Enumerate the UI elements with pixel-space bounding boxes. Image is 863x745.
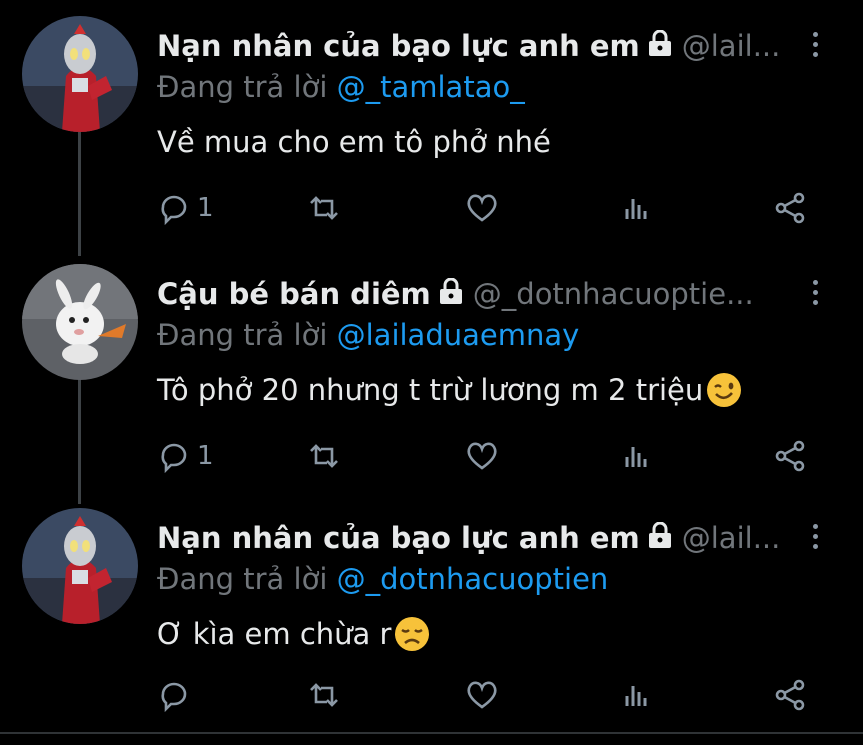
tweet[interactable]: Nạn nhân của bạo lực anh em @lail... Đan… xyxy=(0,508,863,728)
reply-prefix: Đang trả lời xyxy=(157,70,328,104)
like-button[interactable] xyxy=(465,191,499,225)
display-name[interactable]: Nạn nhân của bạo lực anh em xyxy=(157,520,640,556)
tweet[interactable]: Cậu bé bán diêm @_dotnhacuoptie... Đang … xyxy=(0,264,863,494)
analytics-icon xyxy=(625,447,647,467)
retweet-icon xyxy=(310,196,338,220)
more-vertical-icon[interactable] xyxy=(808,280,822,310)
avatar[interactable] xyxy=(22,508,138,624)
retweet-button[interactable] xyxy=(307,678,341,712)
retweet-icon xyxy=(310,683,338,707)
retweet-icon xyxy=(310,444,338,468)
tweet[interactable]: Nạn nhân của bạo lực anh em @lail... Đan… xyxy=(0,16,863,246)
more-vertical-icon[interactable] xyxy=(808,32,822,62)
analytics-icon xyxy=(625,686,647,706)
tweet-text: Tô phở 20 nhưng t trừ lương m 2 triệu xyxy=(157,370,743,410)
tweet-header: Cậu bé bán diêm @_dotnhacuoptie... xyxy=(157,276,754,312)
reply-to-link[interactable]: @lailaduaemnay xyxy=(337,318,580,352)
lock-icon xyxy=(648,520,672,556)
heart-icon xyxy=(467,442,497,470)
action-bar: 1 xyxy=(157,191,817,231)
retweet-button[interactable] xyxy=(307,439,341,473)
user-handle[interactable]: @_dotnhacuoptie... xyxy=(473,276,754,312)
retweet-button[interactable] xyxy=(307,191,341,225)
tweet-text-content: Tô phở 20 nhưng t trừ lương m 2 triệu xyxy=(157,373,704,407)
reply-button[interactable] xyxy=(157,678,197,712)
reply-prefix: Đang trả lời xyxy=(157,562,328,596)
winking-face-icon xyxy=(707,373,742,407)
replying-to: Đang trả lời @lailaduaemnay xyxy=(157,317,579,353)
reply-button[interactable]: 1 xyxy=(157,191,214,225)
analytics-button[interactable] xyxy=(619,439,653,473)
replying-to: Đang trả lời @_tamlatao_ xyxy=(157,69,525,105)
tweet-text-content: Ơ kìa em chừa r xyxy=(157,617,392,651)
heart-icon xyxy=(467,194,497,222)
action-bar: 1 xyxy=(157,439,817,479)
tweet-text-content: Về mua cho em tô phở nhé xyxy=(157,125,551,159)
tweet-header: Nạn nhân của bạo lực anh em @lail... xyxy=(157,520,780,556)
analytics-button[interactable] xyxy=(619,678,653,712)
reply-button[interactable]: 1 xyxy=(157,439,214,473)
reply-icon xyxy=(161,682,187,712)
tweet-text: Về mua cho em tô phở nhé xyxy=(157,122,551,162)
lock-icon xyxy=(648,28,672,64)
reply-count: 1 xyxy=(197,441,214,471)
more-vertical-icon[interactable] xyxy=(808,524,822,554)
lock-icon xyxy=(439,276,463,312)
share-button[interactable] xyxy=(773,439,807,473)
reply-to-link[interactable]: @_dotnhacuoptien xyxy=(337,562,609,596)
share-button[interactable] xyxy=(773,678,807,712)
divider xyxy=(0,732,863,734)
action-bar xyxy=(157,678,817,718)
disappointed-face-icon xyxy=(395,617,430,651)
share-icon xyxy=(775,679,805,711)
reply-count: 1 xyxy=(197,193,214,223)
tweet-text: Ơ kìa em chừa r xyxy=(157,614,431,654)
tweet-header: Nạn nhân của bạo lực anh em @lail... xyxy=(157,28,780,64)
reply-prefix: Đang trả lời xyxy=(157,318,328,352)
share-icon xyxy=(775,192,805,224)
like-button[interactable] xyxy=(465,678,499,712)
heart-icon xyxy=(467,681,497,709)
replying-to: Đang trả lời @_dotnhacuoptien xyxy=(157,561,608,597)
analytics-button[interactable] xyxy=(619,191,653,225)
like-button[interactable] xyxy=(465,439,499,473)
reply-to-link[interactable]: @_tamlatao_ xyxy=(337,70,525,104)
user-handle[interactable]: @lail... xyxy=(682,28,781,64)
analytics-icon xyxy=(625,199,647,219)
avatar[interactable] xyxy=(22,264,138,380)
share-button[interactable] xyxy=(773,191,807,225)
user-handle[interactable]: @lail... xyxy=(682,520,781,556)
share-icon xyxy=(775,440,805,472)
reply-icon xyxy=(161,195,187,225)
avatar[interactable] xyxy=(22,16,138,132)
reply-icon xyxy=(161,443,187,473)
display-name[interactable]: Cậu bé bán diêm xyxy=(157,276,431,312)
display-name[interactable]: Nạn nhân của bạo lực anh em xyxy=(157,28,640,64)
